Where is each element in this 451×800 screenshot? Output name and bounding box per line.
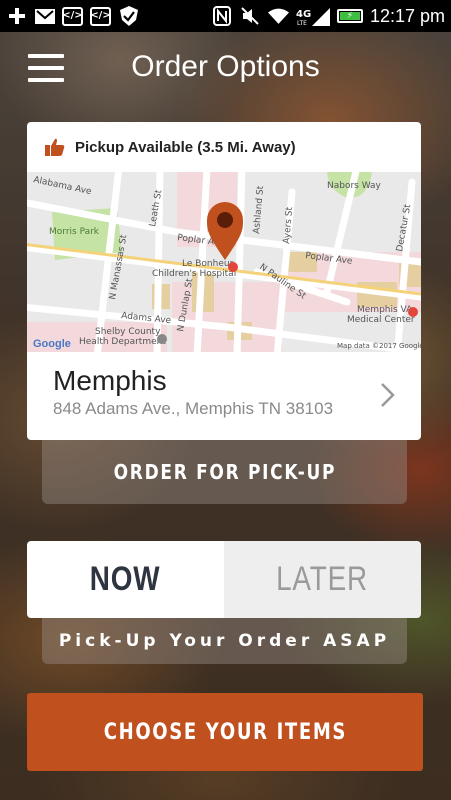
map-label-le-bonheur: Le Bonheur <box>182 259 234 269</box>
now-label: NOW <box>90 560 161 598</box>
location-name: Memphis <box>53 365 167 396</box>
map-label-childrens-hospital: Children's Hospital <box>152 269 236 279</box>
choose-items-button[interactable]: CHOOSE YOUR ITEMS <box>27 693 423 771</box>
location-details[interactable]: Memphis 848 Adams Ave., Memphis TN 38103 <box>27 352 421 440</box>
map-label-morris-park: Morris Park <box>49 227 100 237</box>
status-time: 12:17 pm <box>369 5 445 26</box>
pickup-label: Pickup Available (3.5 Mi. Away) <box>75 138 296 156</box>
choose-items-label: CHOOSE YOUR ITEMS <box>103 719 347 745</box>
app-header: Order Options <box>0 32 451 104</box>
pickup-availability: Pickup Available (3.5 Mi. Away) <box>27 122 421 172</box>
thumbs-up-icon <box>45 138 65 156</box>
svg-text:LTE: LTE <box>297 20 307 26</box>
order-type-label: ORDER FOR PICK-UP <box>113 460 336 484</box>
later-option[interactable]: LATER <box>224 541 421 618</box>
location-card[interactable]: Pickup Available (3.5 Mi. Away) Alabama … <box>27 122 421 440</box>
battery-charging-icon: ⚡ <box>336 9 363 23</box>
nfc-icon <box>212 6 233 26</box>
order-type-button[interactable]: ORDER FOR PICK-UP <box>42 440 407 504</box>
location-map[interactable]: Alabama Ave Morris Park Leath St Nabors … <box>27 172 421 352</box>
chevron-right-icon[interactable] <box>377 382 397 408</box>
mute-icon <box>240 7 261 26</box>
map-label-shelby-1: Shelby County <box>95 327 161 337</box>
map-google-logo: Google <box>33 338 71 350</box>
map-label-nabors: Nabors Way <box>327 181 382 191</box>
map-label-shelby-2: Health Department <box>79 337 166 347</box>
page-title: Order Options <box>131 50 320 83</box>
timing-toggle[interactable]: NOW LATER <box>27 541 421 618</box>
map-label-va-1: Memphis VA <box>357 305 413 315</box>
asap-info: Pick-Up Your Order ASAP <box>42 618 407 664</box>
code-icon: </> <box>62 6 83 26</box>
map-label-va-2: Medical Center <box>347 315 415 325</box>
plus-icon <box>6 7 27 26</box>
later-label: LATER <box>276 560 369 598</box>
asap-label: Pick-Up Your Order ASAP <box>58 631 391 651</box>
svg-text:4G: 4G <box>296 9 311 20</box>
lte-signal-icon: 4G LTE <box>296 7 330 26</box>
check-shield-icon <box>118 6 139 26</box>
location-address: 848 Adams Ave., Memphis TN 38103 <box>53 398 334 418</box>
gmail-icon <box>34 7 55 26</box>
now-option[interactable]: NOW <box>27 541 224 618</box>
status-bar: </> </> 4G LTE ⚡ 12:17 pm <box>0 0 451 32</box>
code-icon: </> <box>90 6 111 26</box>
wifi-icon <box>267 7 289 26</box>
map-attribution: Map data ©2017 Google <box>337 342 421 350</box>
